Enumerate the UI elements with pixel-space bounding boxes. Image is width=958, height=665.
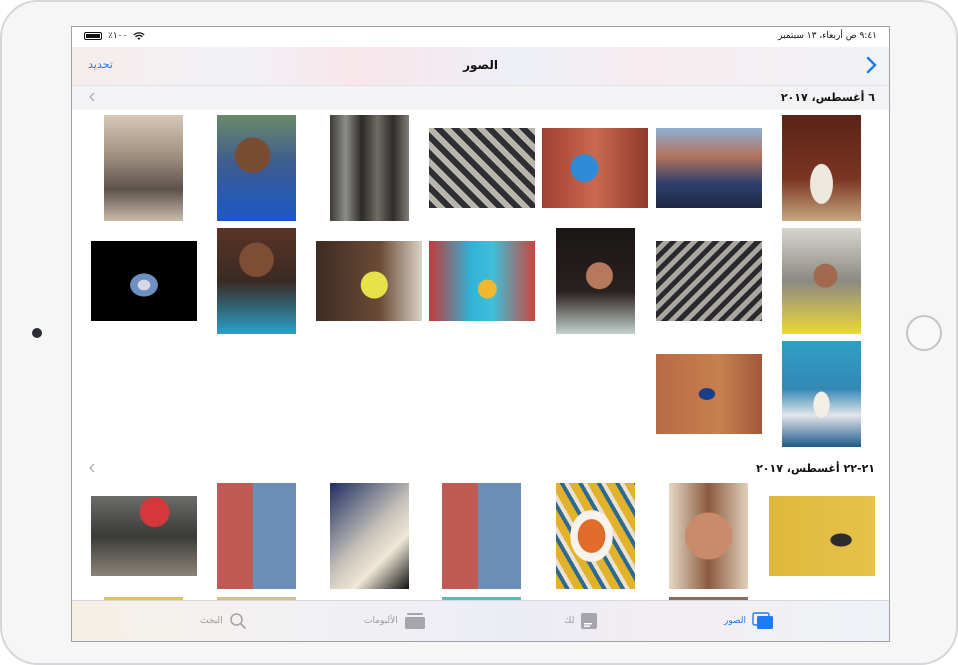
section-title: ٢١-٢٢ أغسطس، ٢٠١٧ xyxy=(756,462,875,475)
photo-thumbnail[interactable] xyxy=(429,128,535,208)
photo-thumbnail[interactable] xyxy=(769,496,875,576)
battery-percent: ٪١٠٠ xyxy=(108,31,128,41)
photo-thumbnail[interactable] xyxy=(429,241,535,321)
photo-thumbnail[interactable] xyxy=(556,228,635,334)
tab-bar: الصور لك الألبومات البحث xyxy=(72,600,889,641)
photo-thumbnail[interactable] xyxy=(669,483,748,589)
front-camera xyxy=(32,328,42,338)
status-time-date: ٩:٤١ ص أربعاء، ١٣ سبتمبر xyxy=(778,31,877,41)
chevron-left-icon[interactable] xyxy=(86,461,98,475)
photo-thumbnail[interactable] xyxy=(556,483,635,589)
photo-thumbnail[interactable] xyxy=(782,115,861,221)
photo-thumbnail[interactable] xyxy=(316,241,422,321)
photo-thumbnail[interactable] xyxy=(91,241,197,321)
photo-thumbnail[interactable] xyxy=(656,128,762,208)
photo-thumbnail[interactable] xyxy=(782,341,861,447)
tab-for-you[interactable]: لك xyxy=(564,609,598,633)
ipad-frame: ٪١٠٠ ٩:٤١ ص أربعاء، ١٣ سبتمبر تحديد الصو… xyxy=(0,0,958,665)
chevron-right-icon[interactable] xyxy=(863,55,879,75)
section-title: ٦ أغسطس، ٢٠١٧ xyxy=(780,91,875,104)
photos-icon xyxy=(752,612,774,629)
tab-label: لك xyxy=(564,616,575,626)
photo-thumbnail[interactable] xyxy=(330,115,409,221)
section-header[interactable]: ٢١-٢٢ أغسطس، ٢٠١٧ xyxy=(72,457,889,481)
photo-thumbnail[interactable] xyxy=(217,228,296,334)
photo-thumbnail[interactable] xyxy=(542,128,648,208)
photo-thumbnail[interactable] xyxy=(217,115,296,221)
photo-thumbnail[interactable] xyxy=(656,354,762,434)
section-header[interactable]: ٦ أغسطس، ٢٠١٧ xyxy=(72,85,889,110)
battery-icon xyxy=(84,32,102,40)
tab-label: الصور xyxy=(724,616,747,626)
tab-label: الألبومات xyxy=(364,616,398,626)
home-button[interactable] xyxy=(906,315,942,351)
wifi-icon xyxy=(133,31,145,40)
search-icon xyxy=(229,613,246,629)
photo-thumbnail[interactable] xyxy=(442,483,521,589)
photo-thumbnail[interactable] xyxy=(217,483,296,589)
for-you-icon xyxy=(581,613,598,629)
tab-label: البحث xyxy=(200,616,223,626)
photo-thumbnail[interactable] xyxy=(330,483,409,589)
status-bar: ٪١٠٠ ٩:٤١ ص أربعاء، ١٣ سبتمبر xyxy=(72,27,889,47)
tab-albums[interactable]: الألبومات xyxy=(364,609,426,633)
photo-thumbnail[interactable] xyxy=(782,228,861,334)
albums-icon xyxy=(404,613,425,629)
photo-thumbnail[interactable] xyxy=(104,115,183,221)
tab-photos[interactable]: الصور xyxy=(724,609,774,633)
photos-app-screen: ٪١٠٠ ٩:٤١ ص أربعاء، ١٣ سبتمبر تحديد الصو… xyxy=(71,26,890,642)
chevron-left-icon[interactable] xyxy=(86,90,98,104)
page-title: الصور xyxy=(463,58,498,72)
navigation-bar: تحديد الصور xyxy=(72,47,889,85)
photo-thumbnail[interactable] xyxy=(656,241,762,321)
tab-search[interactable]: البحث xyxy=(200,609,247,633)
photo-thumbnail[interactable] xyxy=(91,496,197,576)
